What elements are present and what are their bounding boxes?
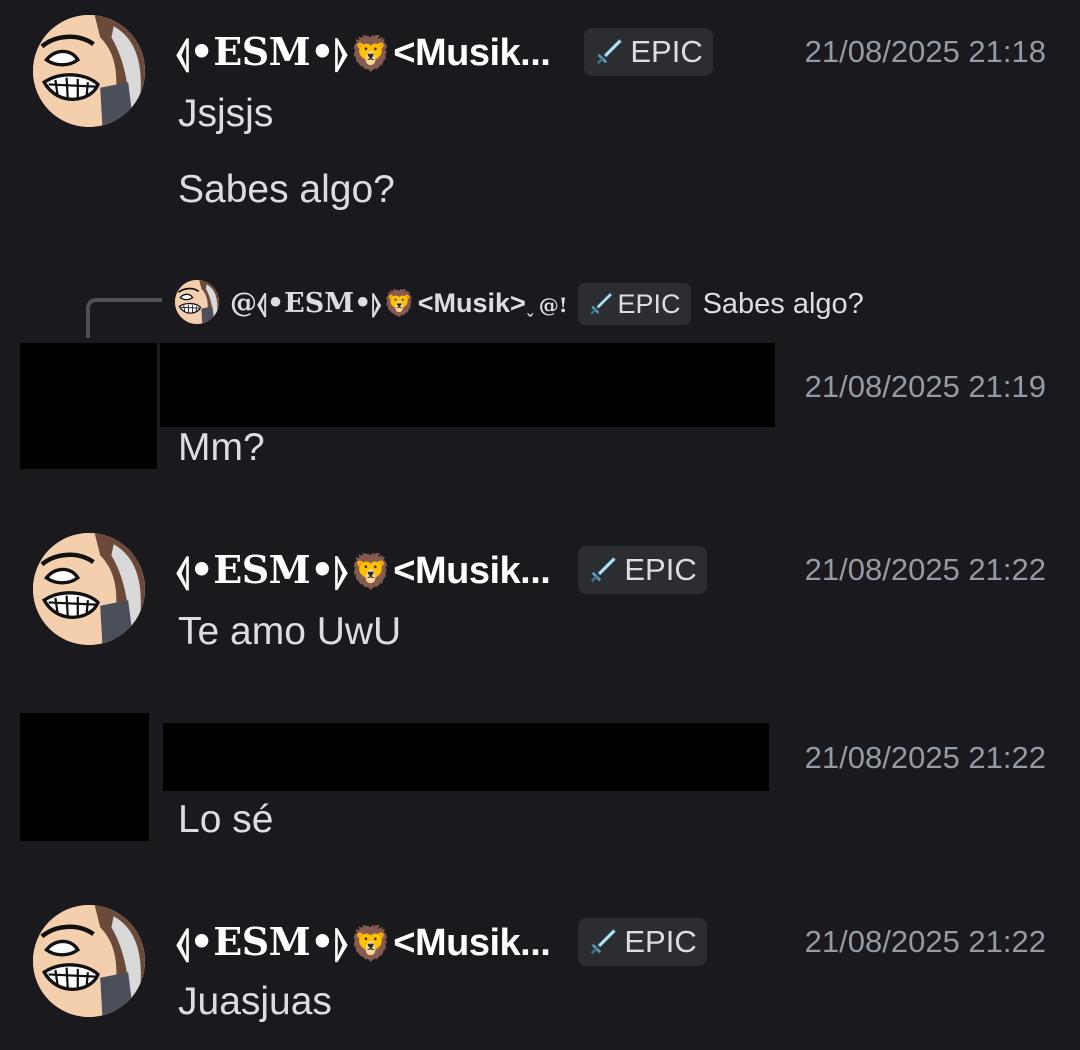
message-text: Juasjuas	[178, 980, 332, 1023]
lion-emoji: 🦁	[383, 289, 416, 319]
timestamp[interactable]: 21/08/2025 21:22	[805, 924, 1046, 960]
reply-text: Sabes algo?	[702, 287, 864, 320]
timestamp[interactable]: 21/08/2025 21:18	[805, 34, 1046, 70]
message-header: 21/08/2025 21:19	[780, 357, 1046, 417]
username-rest: <Musik...	[393, 922, 551, 964]
username[interactable]: ⦉•ESM•⦊🦁<Musik...	[176, 547, 551, 593]
reply-username[interactable]: @⦉•ESM•⦊🦁<Musik>˯ @!	[230, 288, 568, 320]
swirl-icon: @!	[538, 293, 568, 317]
sword-icon	[594, 37, 624, 67]
redacted-username	[163, 723, 769, 791]
message-group: ⦉•ESM•⦊🦁<Musik... EPIC 21/08/2025 21:22 …	[0, 520, 1080, 680]
sword-icon	[588, 291, 614, 317]
timestamp[interactable]: 21/08/2025 21:19	[805, 369, 1046, 405]
lion-emoji: 🦁	[349, 552, 392, 592]
lion-emoji: 🦁	[349, 924, 392, 964]
badge-label: EPIC	[624, 924, 697, 959]
username-rest: <Musik...	[393, 32, 551, 74]
role-badge[interactable]: EPIC	[578, 918, 707, 966]
username[interactable]: ⦉•ESM•⦊🦁<Musik...	[176, 29, 551, 75]
lion-emoji: 🦁	[349, 34, 392, 74]
timestamp[interactable]: 21/08/2025 21:22	[805, 552, 1046, 588]
redacted-avatar	[20, 343, 157, 469]
redacted-username	[160, 343, 775, 427]
message-header: ⦉•ESM•⦊🦁<Musik... EPIC 21/08/2025 21:18	[176, 22, 1046, 82]
message-text: Te amo UwU	[178, 610, 402, 653]
reply-role-badge: EPIC	[577, 283, 691, 325]
username-symbol: ⦉•ESM•⦊	[176, 547, 348, 592]
message-text: Lo sé	[178, 798, 274, 841]
reply-username-rest: <Musik>	[417, 288, 526, 318]
message-group: ⦉•ESM•⦊🦁<Musik... EPIC 21/08/2025 21:18 …	[0, 0, 1080, 240]
reply-username-suffix: ˯	[525, 296, 535, 317]
message-group: ⦉•ESM•⦊🦁<Musik... EPIC 21/08/2025 21:22 …	[0, 892, 1080, 1050]
reply-content: @⦉•ESM•⦊🦁<Musik>˯ @! EPIC Sabes algo?	[230, 276, 864, 332]
message-text: Jsjsjs	[178, 92, 274, 135]
redacted-avatar	[20, 713, 149, 841]
message-group: 21/08/2025 21:22 Lo sé	[0, 710, 1080, 850]
avatar[interactable]	[33, 905, 145, 1017]
timestamp[interactable]: 21/08/2025 21:22	[805, 740, 1046, 776]
message-header: ⦉•ESM•⦊🦁<Musik... EPIC 21/08/2025 21:22	[176, 540, 1046, 600]
avatar-image	[33, 533, 145, 645]
username[interactable]: ⦉•ESM•⦊🦁<Musik...	[176, 919, 551, 965]
reply-avatar	[175, 280, 219, 324]
username-symbol: ⦉•ESM•⦊	[176, 919, 348, 964]
sword-icon	[588, 927, 618, 957]
reply-spine	[86, 298, 162, 338]
avatar[interactable]	[33, 533, 145, 645]
badge-label: EPIC	[624, 552, 697, 587]
reply-badge-label: EPIC	[617, 288, 681, 319]
badge-label: EPIC	[630, 34, 703, 69]
message-header: ⦉•ESM•⦊🦁<Musik... EPIC 21/08/2025 21:22	[176, 912, 1046, 972]
reply-username-symbol: @⦉•ESM•⦊	[230, 288, 382, 319]
avatar-image	[33, 905, 145, 1017]
reply-preview[interactable]: @⦉•ESM•⦊🦁<Musik>˯ @! EPIC Sabes algo?	[0, 276, 1080, 338]
reply-avatar-image	[175, 280, 219, 324]
message-group: 21/08/2025 21:19 Mm?	[0, 340, 1080, 480]
message-text: Sabes algo?	[178, 168, 395, 211]
message-header: 21/08/2025 21:22	[775, 728, 1046, 788]
role-badge[interactable]: EPIC	[584, 28, 713, 76]
avatar[interactable]	[33, 15, 145, 127]
role-badge[interactable]: EPIC	[578, 546, 707, 594]
username-symbol: ⦉•ESM•⦊	[176, 29, 348, 74]
sword-icon	[588, 555, 618, 585]
message-text: Mm?	[178, 426, 265, 469]
chat-log: ⦉•ESM•⦊🦁<Musik... EPIC 21/08/2025 21:18 …	[0, 0, 1080, 1050]
avatar-image	[33, 15, 145, 127]
username-rest: <Musik...	[393, 550, 551, 592]
